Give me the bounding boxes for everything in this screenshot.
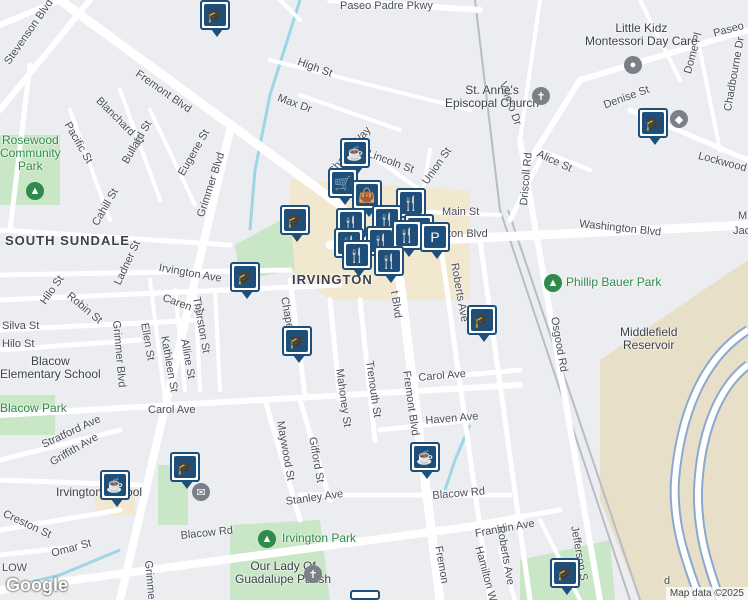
school-poi-icon[interactable]: ◆: [670, 110, 688, 128]
parking-icon: P: [424, 226, 446, 248]
street-low: LOW: [2, 562, 28, 574]
school-pin[interactable]: 🎓: [467, 305, 497, 342]
restaurant-icon: 🍴: [346, 244, 368, 266]
restaurant-icon: 🍴: [396, 224, 418, 246]
parking-pin[interactable]: P: [420, 222, 450, 259]
coffee-icon: ☕: [344, 142, 366, 164]
coffee-pin[interactable]: ☕: [100, 470, 130, 507]
school-icon: 🎓: [174, 456, 196, 478]
park-blacow[interactable]: Blacow Park: [0, 402, 67, 415]
street-washington-w: ton Blvd: [448, 228, 488, 240]
coffee-icon: ☕: [414, 446, 436, 468]
school-icon: 🎓: [234, 266, 256, 288]
park-tree-icon[interactable]: ▲: [258, 530, 276, 548]
school-pin[interactable]: 🎓: [280, 205, 310, 242]
coffee-icon: ☕: [104, 474, 126, 496]
park-irvington[interactable]: Irvington Park: [282, 532, 356, 545]
street-carol-w: Carol Ave: [148, 404, 196, 416]
school-icon: 🎓: [471, 309, 493, 331]
park-tree-icon[interactable]: ▲: [544, 274, 562, 292]
map-data-credit[interactable]: Map data ©2025: [665, 587, 748, 600]
street-main: Main St: [442, 206, 480, 218]
poi-st-annes[interactable]: St. Anne's Episcopal Church: [445, 84, 539, 110]
shopping-cart-icon: 🛒: [332, 172, 354, 194]
street-silva: Silva St: [2, 320, 40, 332]
school-pin[interactable]: 🎓: [170, 452, 200, 489]
school-icon: 🎓: [554, 562, 576, 584]
school-icon: 🎓: [204, 4, 226, 26]
school-pin[interactable]: 🎓: [230, 262, 260, 299]
school-icon: 🎓: [642, 112, 664, 134]
poi-middlefield[interactable]: Middlefield Reservoir: [620, 326, 677, 352]
shopping-bag-icon: 👜: [356, 184, 378, 206]
park-rosewood[interactable]: Rosewood Community Park: [0, 134, 61, 173]
restaurant-pin[interactable]: 🍴: [342, 240, 372, 277]
location-icon[interactable]: ●: [624, 56, 642, 74]
school-pin[interactable]: 🎓: [282, 326, 312, 363]
poi-blacow-elementary[interactable]: Blacow Elementary School: [0, 355, 101, 381]
restaurant-icon: 🍴: [378, 250, 400, 272]
coffee-pin[interactable]: ☕: [340, 138, 370, 175]
street-paseo-padre: Paseo Padre Pkwy: [340, 0, 433, 12]
street-hilo-s: Hilo St: [2, 338, 35, 350]
church-icon[interactable]: ✝: [532, 87, 550, 105]
street-jack: Jack: [733, 225, 748, 237]
mail-icon[interactable]: ✉: [192, 483, 210, 501]
map-canvas[interactable]: Stevenson Blvd Fremont Blvd High St Max …: [0, 0, 748, 600]
poi-little-kidz[interactable]: Little Kidz Montessori Day Care: [585, 22, 698, 48]
partial-pin[interactable]: [350, 590, 380, 600]
school-pin[interactable]: 🎓: [550, 558, 580, 595]
school-pin[interactable]: 🎓: [638, 108, 668, 145]
school-pin[interactable]: 🎓: [200, 0, 230, 37]
park-phillip-bauer[interactable]: Phillip Bauer Park: [566, 276, 661, 289]
restaurant-pin[interactable]: 🍴: [374, 246, 404, 283]
coffee-pin[interactable]: ☕: [410, 442, 440, 479]
district-south-sundale: SOUTH SUNDALE: [5, 233, 130, 248]
school-icon: 🎓: [286, 330, 308, 352]
street-m: M: [738, 210, 748, 222]
restaurant-icon: 🍴: [400, 192, 422, 214]
school-icon: 🎓: [284, 209, 306, 231]
church-icon[interactable]: ✝: [304, 565, 322, 583]
street-d: d: [664, 575, 671, 587]
google-logo[interactable]: Google: [6, 575, 68, 596]
park-tree-icon[interactable]: ▲: [26, 182, 44, 200]
